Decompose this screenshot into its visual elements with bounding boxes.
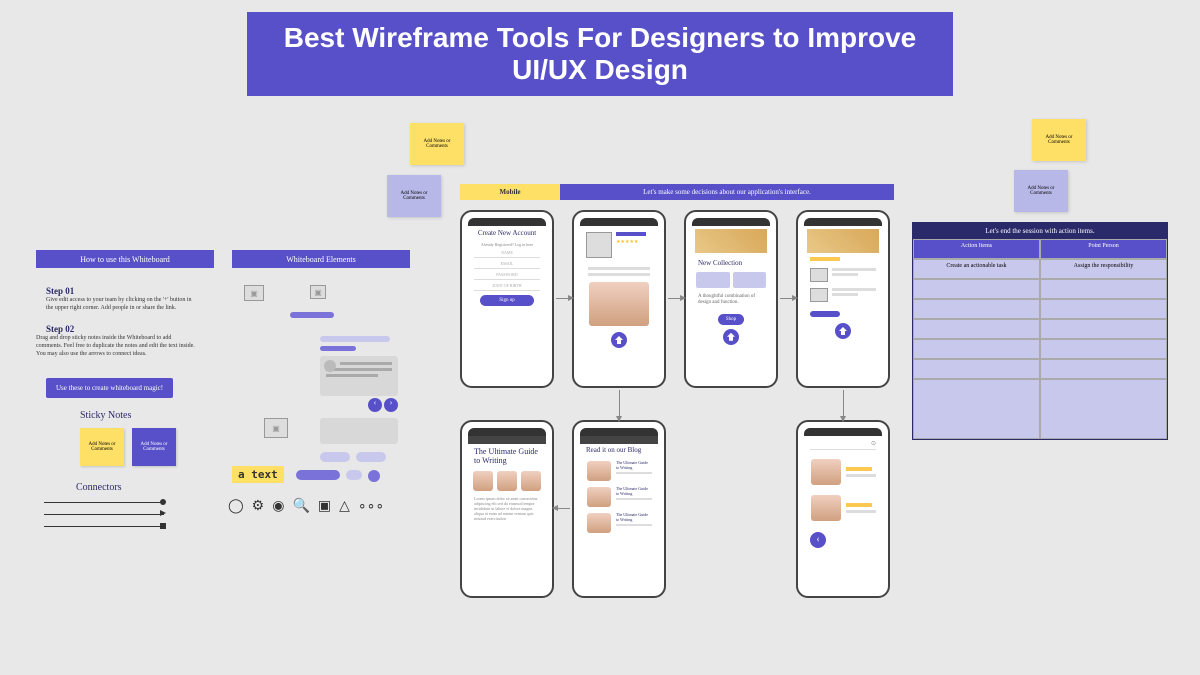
signup-button[interactable]: Sign up [480, 295, 534, 306]
table-cell[interactable] [1040, 339, 1167, 359]
phone-signup: Create New Account Already Registered? L… [460, 210, 554, 388]
search-icon[interactable]: 🔍 [292, 498, 309, 515]
connector-line[interactable] [44, 514, 164, 515]
table-cell[interactable] [913, 379, 1040, 439]
bar-element[interactable] [320, 336, 390, 342]
elements-header: Whiteboard Elements [232, 250, 410, 268]
phone-blog: Read it on our Blog The Ultimate Guide t… [572, 420, 666, 598]
table-cell[interactable]: Create an actionable task [913, 259, 1040, 279]
col-header: Point Person [1040, 239, 1167, 259]
arrow [668, 298, 682, 299]
table-title: Let's end the session with action items. [913, 223, 1167, 239]
table-cell[interactable] [1040, 359, 1167, 379]
gear-icon[interactable]: ⚙ [252, 498, 265, 515]
connectors-title: Connectors [76, 482, 122, 493]
title-banner: Best Wireframe Tools For Designers to Im… [247, 12, 953, 96]
field[interactable]: NAME [474, 250, 540, 258]
shop-button[interactable]: Shop [718, 314, 744, 325]
home-icon[interactable] [611, 332, 627, 348]
table-cell[interactable] [1040, 379, 1167, 439]
arrow [843, 390, 844, 418]
bar-element[interactable] [320, 346, 356, 351]
table-cell[interactable]: Assign the responsibility [1040, 259, 1167, 279]
pin-icon[interactable]: ◉ [272, 498, 284, 515]
howto-header: How to use this Whiteboard [36, 250, 214, 268]
sticky-note[interactable]: Add Notes or Comments [410, 123, 464, 165]
table-cell[interactable] [913, 339, 1040, 359]
text-element[interactable]: a text [232, 466, 284, 483]
phone-profile: ★★★★★ [572, 210, 666, 388]
phone-feed [796, 210, 890, 388]
icon-row: ◯ ⚙ ◉ 🔍 ▣ △ ∘∘∘ [228, 498, 384, 515]
field[interactable]: PASSWORD [474, 272, 540, 280]
table-cell[interactable] [913, 279, 1040, 299]
step1-title: Step 01 [46, 286, 74, 296]
field[interactable]: DATE OF BIRTH [474, 283, 540, 291]
table-cell[interactable] [1040, 299, 1167, 319]
sticky-sample[interactable]: Add Notes or Comments [132, 428, 176, 466]
step2-title: Step 02 [46, 324, 74, 334]
card-element[interactable] [320, 356, 398, 396]
step2-text: Drag and drop sticky notes inside the Wh… [36, 335, 196, 358]
connector-line[interactable] [44, 502, 164, 503]
bar-element[interactable] [320, 452, 350, 462]
sticky-sample[interactable]: Add Notes or Comments [80, 428, 124, 466]
sticky-note[interactable]: Add Notes or Comments [387, 175, 441, 217]
user-icon[interactable]: ◯ [228, 498, 244, 515]
phone-title: Read it on our Blog [580, 444, 658, 458]
sticky-title: Sticky Notes [80, 410, 131, 421]
connector-line[interactable] [44, 526, 164, 527]
tab-mobile[interactable]: Mobile [460, 184, 560, 200]
bell-icon[interactable]: △ [339, 498, 350, 515]
sticky-note[interactable]: Add Notes or Comments [1032, 119, 1086, 161]
table-cell[interactable] [913, 299, 1040, 319]
pager-element[interactable]: ‹ › [368, 398, 398, 412]
arrow [780, 298, 794, 299]
connector-arrow [160, 510, 166, 516]
table-cell[interactable] [1040, 319, 1167, 339]
image-icon[interactable]: ▣ [244, 285, 264, 301]
phone-gallery: ⊙ ‹ [796, 420, 890, 598]
arrow [619, 390, 620, 418]
phone-title: Create New Account [468, 226, 546, 242]
image-icon[interactable]: ▣ [264, 418, 288, 438]
pill-element[interactable] [296, 470, 340, 480]
step1-text: Give edit access to your team by clickin… [46, 297, 196, 313]
field[interactable]: EMAIL [474, 261, 540, 269]
table-cell[interactable] [1040, 279, 1167, 299]
phone-title: The Ultimate Guide to Writing [468, 444, 546, 470]
dot-element[interactable] [368, 470, 380, 482]
image-icon[interactable]: ▣ [310, 285, 326, 299]
table-cell[interactable] [913, 319, 1040, 339]
connector-dot [160, 499, 166, 505]
more-icon[interactable]: ∘∘∘ [358, 498, 384, 515]
phone-subtitle: Already Registered? Log in here [468, 242, 546, 247]
home-icon[interactable] [835, 323, 851, 339]
action-table: Let's end the session with action items.… [912, 222, 1168, 440]
phone-title: New Collection [692, 256, 770, 272]
phone-collection: New Collection A thoughtful combination … [684, 210, 778, 388]
phone-text: A thoughtful combination of design and f… [692, 288, 770, 312]
card-element[interactable] [320, 418, 398, 444]
use-button[interactable]: Use these to create whiteboard magic! [46, 378, 173, 398]
home-icon[interactable] [723, 329, 739, 345]
phone-article: The Ultimate Guide to Writing Lorem ipsu… [460, 420, 554, 598]
sticky-note[interactable]: Add Notes or Comments [1014, 170, 1068, 212]
back-icon[interactable]: ‹ [810, 532, 826, 548]
connector-square [160, 523, 166, 529]
arrow [556, 298, 570, 299]
col-header: Action Items [913, 239, 1040, 259]
bar-element[interactable] [356, 452, 386, 462]
pill-element[interactable] [346, 470, 362, 480]
tab-decision: Let's make some decisions about our appl… [560, 184, 894, 200]
image-icon[interactable]: ▣ [318, 498, 331, 515]
table-cell[interactable] [913, 359, 1040, 379]
bar-element[interactable] [290, 312, 334, 318]
arrow [556, 508, 570, 509]
